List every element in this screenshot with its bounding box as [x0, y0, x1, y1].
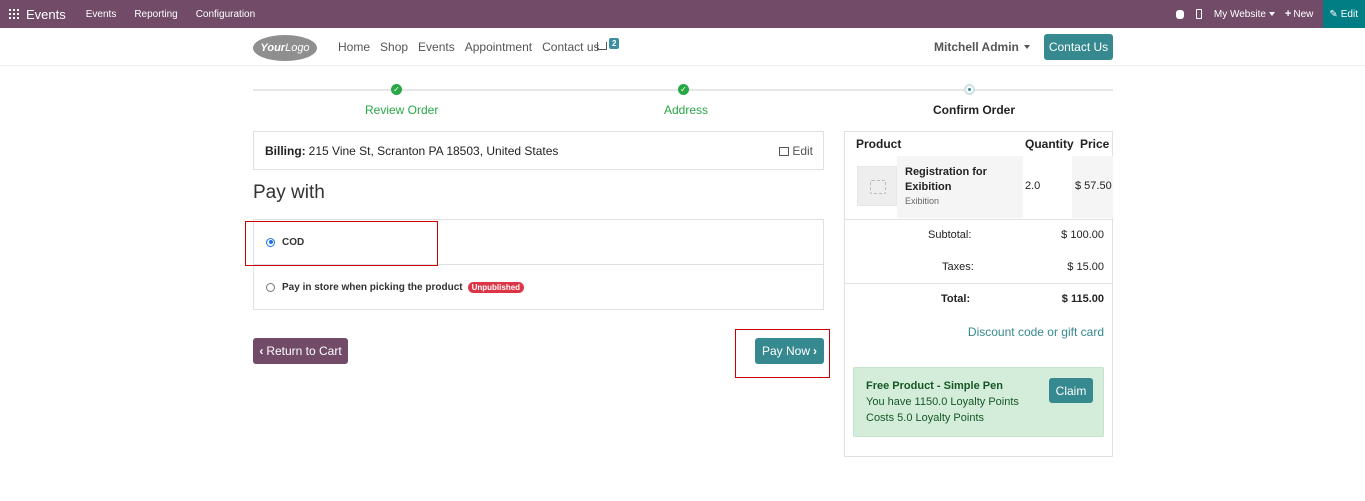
- debug-bug-icon[interactable]: [1175, 9, 1184, 19]
- billing-address: 215 Vine St, Scranton PA 18503, United S…: [308, 143, 559, 158]
- loyalty-points-balance: You have 1150.0 Loyalty Points: [866, 396, 1019, 408]
- billing-label: Billing:: [265, 143, 306, 158]
- header-price: Price: [1080, 137, 1110, 151]
- cart-icon: [597, 42, 607, 50]
- payment-option-label: Pay in store when picking the product: [282, 282, 463, 293]
- mobile-preview-icon[interactable]: [1195, 9, 1202, 19]
- product-quantity: 2.0: [1025, 180, 1041, 192]
- order-summary: Product Quantity Price Registration for …: [844, 131, 1113, 457]
- step-address[interactable]: Address: [664, 103, 708, 117]
- divider: [845, 219, 1112, 220]
- reward-title: Free Product - Simple Pen: [866, 380, 1003, 392]
- highlight-box-cod: [245, 221, 438, 266]
- divider: [845, 283, 1112, 284]
- return-to-cart-button[interactable]: ‹ Return to Cart: [253, 338, 348, 364]
- user-name: Mitchell Admin: [934, 40, 1019, 54]
- caret-down-icon: [1268, 12, 1275, 16]
- header-product: Product: [856, 137, 902, 151]
- loyalty-reward-card: Free Product - Simple Pen You have 1150.…: [853, 367, 1104, 437]
- nav-home[interactable]: Home: [338, 40, 370, 54]
- nav-contact-us[interactable]: Contact us: [542, 40, 599, 54]
- product-subtitle: Exibition: [905, 196, 940, 206]
- logo-text-bold: Your: [260, 42, 286, 54]
- order-line: Registration for Exibition Exibition 2.0…: [852, 156, 1113, 218]
- claim-button[interactable]: Claim: [1049, 378, 1093, 403]
- subtotal-label: Subtotal:: [928, 229, 972, 241]
- return-to-cart-label: Return to Cart: [266, 344, 342, 358]
- plus-icon: +: [1284, 8, 1292, 20]
- nav-appointment[interactable]: Appointment: [465, 40, 532, 54]
- main-nav: Home Shop Events Appointment Contact us: [338, 40, 610, 54]
- my-website-dropdown[interactable]: My Website: [1214, 9, 1275, 20]
- menu-reporting[interactable]: Reporting: [134, 9, 177, 20]
- payment-option-store[interactable]: Pay in store when picking the product Un…: [254, 265, 823, 310]
- menu-configuration[interactable]: Configuration: [196, 9, 255, 20]
- step-review-check-icon: ✓: [391, 84, 402, 95]
- caret-down-icon: [1023, 45, 1030, 49]
- highlight-box-pay-now: [735, 329, 830, 378]
- subtotal-value: $ 100.00: [1061, 229, 1104, 241]
- pencil-icon: ✎: [1329, 8, 1338, 20]
- total-label: Total:: [941, 293, 971, 305]
- billing-edit-link[interactable]: Edit: [779, 144, 813, 158]
- edit-icon: [779, 146, 790, 156]
- discount-code-link[interactable]: Discount code or gift card: [968, 325, 1104, 339]
- new-label: New: [1293, 8, 1314, 20]
- total-value: $ 115.00: [1061, 293, 1104, 305]
- unpublished-badge: Unpublished: [467, 282, 525, 293]
- step-confirm-dot-icon: [964, 84, 975, 95]
- product-thumbnail: [857, 166, 897, 206]
- website-header: Your Logo Home Shop Events Appointment Co…: [0, 28, 1365, 66]
- logo-text: Logo: [285, 42, 310, 54]
- menu-events[interactable]: Events: [86, 9, 117, 20]
- billing-edit-label: Edit: [792, 144, 813, 158]
- product-name[interactable]: Registration for Exibition: [905, 165, 1015, 195]
- cart-link[interactable]: 2: [597, 38, 620, 50]
- site-logo[interactable]: Your Logo: [253, 35, 317, 61]
- cart-count-badge: 2: [609, 38, 620, 49]
- header-quantity: Quantity: [1025, 137, 1074, 151]
- chevron-left-icon: ‹: [259, 344, 264, 358]
- my-website-label: My Website: [1213, 8, 1266, 20]
- loyalty-points-cost: Costs 5.0 Loyalty Points: [866, 412, 985, 424]
- billing-address-card: Billing: 215 Vine St, Scranton PA 18503,…: [253, 131, 824, 170]
- nav-shop[interactable]: Shop: [380, 40, 408, 54]
- admin-navbar: Events Events Reporting Configuration My…: [0, 0, 1365, 28]
- pay-with-heading: Pay with: [253, 182, 325, 203]
- app-name[interactable]: Events: [26, 7, 66, 22]
- apps-grid-icon[interactable]: [9, 9, 19, 19]
- nav-events[interactable]: Events: [418, 40, 455, 54]
- new-button[interactable]: + New: [1285, 8, 1313, 20]
- edit-button[interactable]: ✎ Edit: [1323, 0, 1365, 28]
- step-confirm-order: Confirm Order: [933, 103, 1016, 117]
- edit-label: Edit: [1340, 8, 1358, 20]
- taxes-label: Taxes:: [942, 261, 974, 273]
- user-menu[interactable]: Mitchell Admin: [934, 40, 1030, 54]
- payment-radio-store[interactable]: [266, 283, 275, 292]
- contact-us-button[interactable]: Contact Us: [1044, 34, 1113, 60]
- taxes-value: $ 15.00: [1067, 261, 1104, 273]
- step-review-order[interactable]: Review Order: [365, 103, 438, 117]
- product-price: $ 57.50: [1075, 180, 1112, 192]
- step-address-check-icon: ✓: [678, 84, 689, 95]
